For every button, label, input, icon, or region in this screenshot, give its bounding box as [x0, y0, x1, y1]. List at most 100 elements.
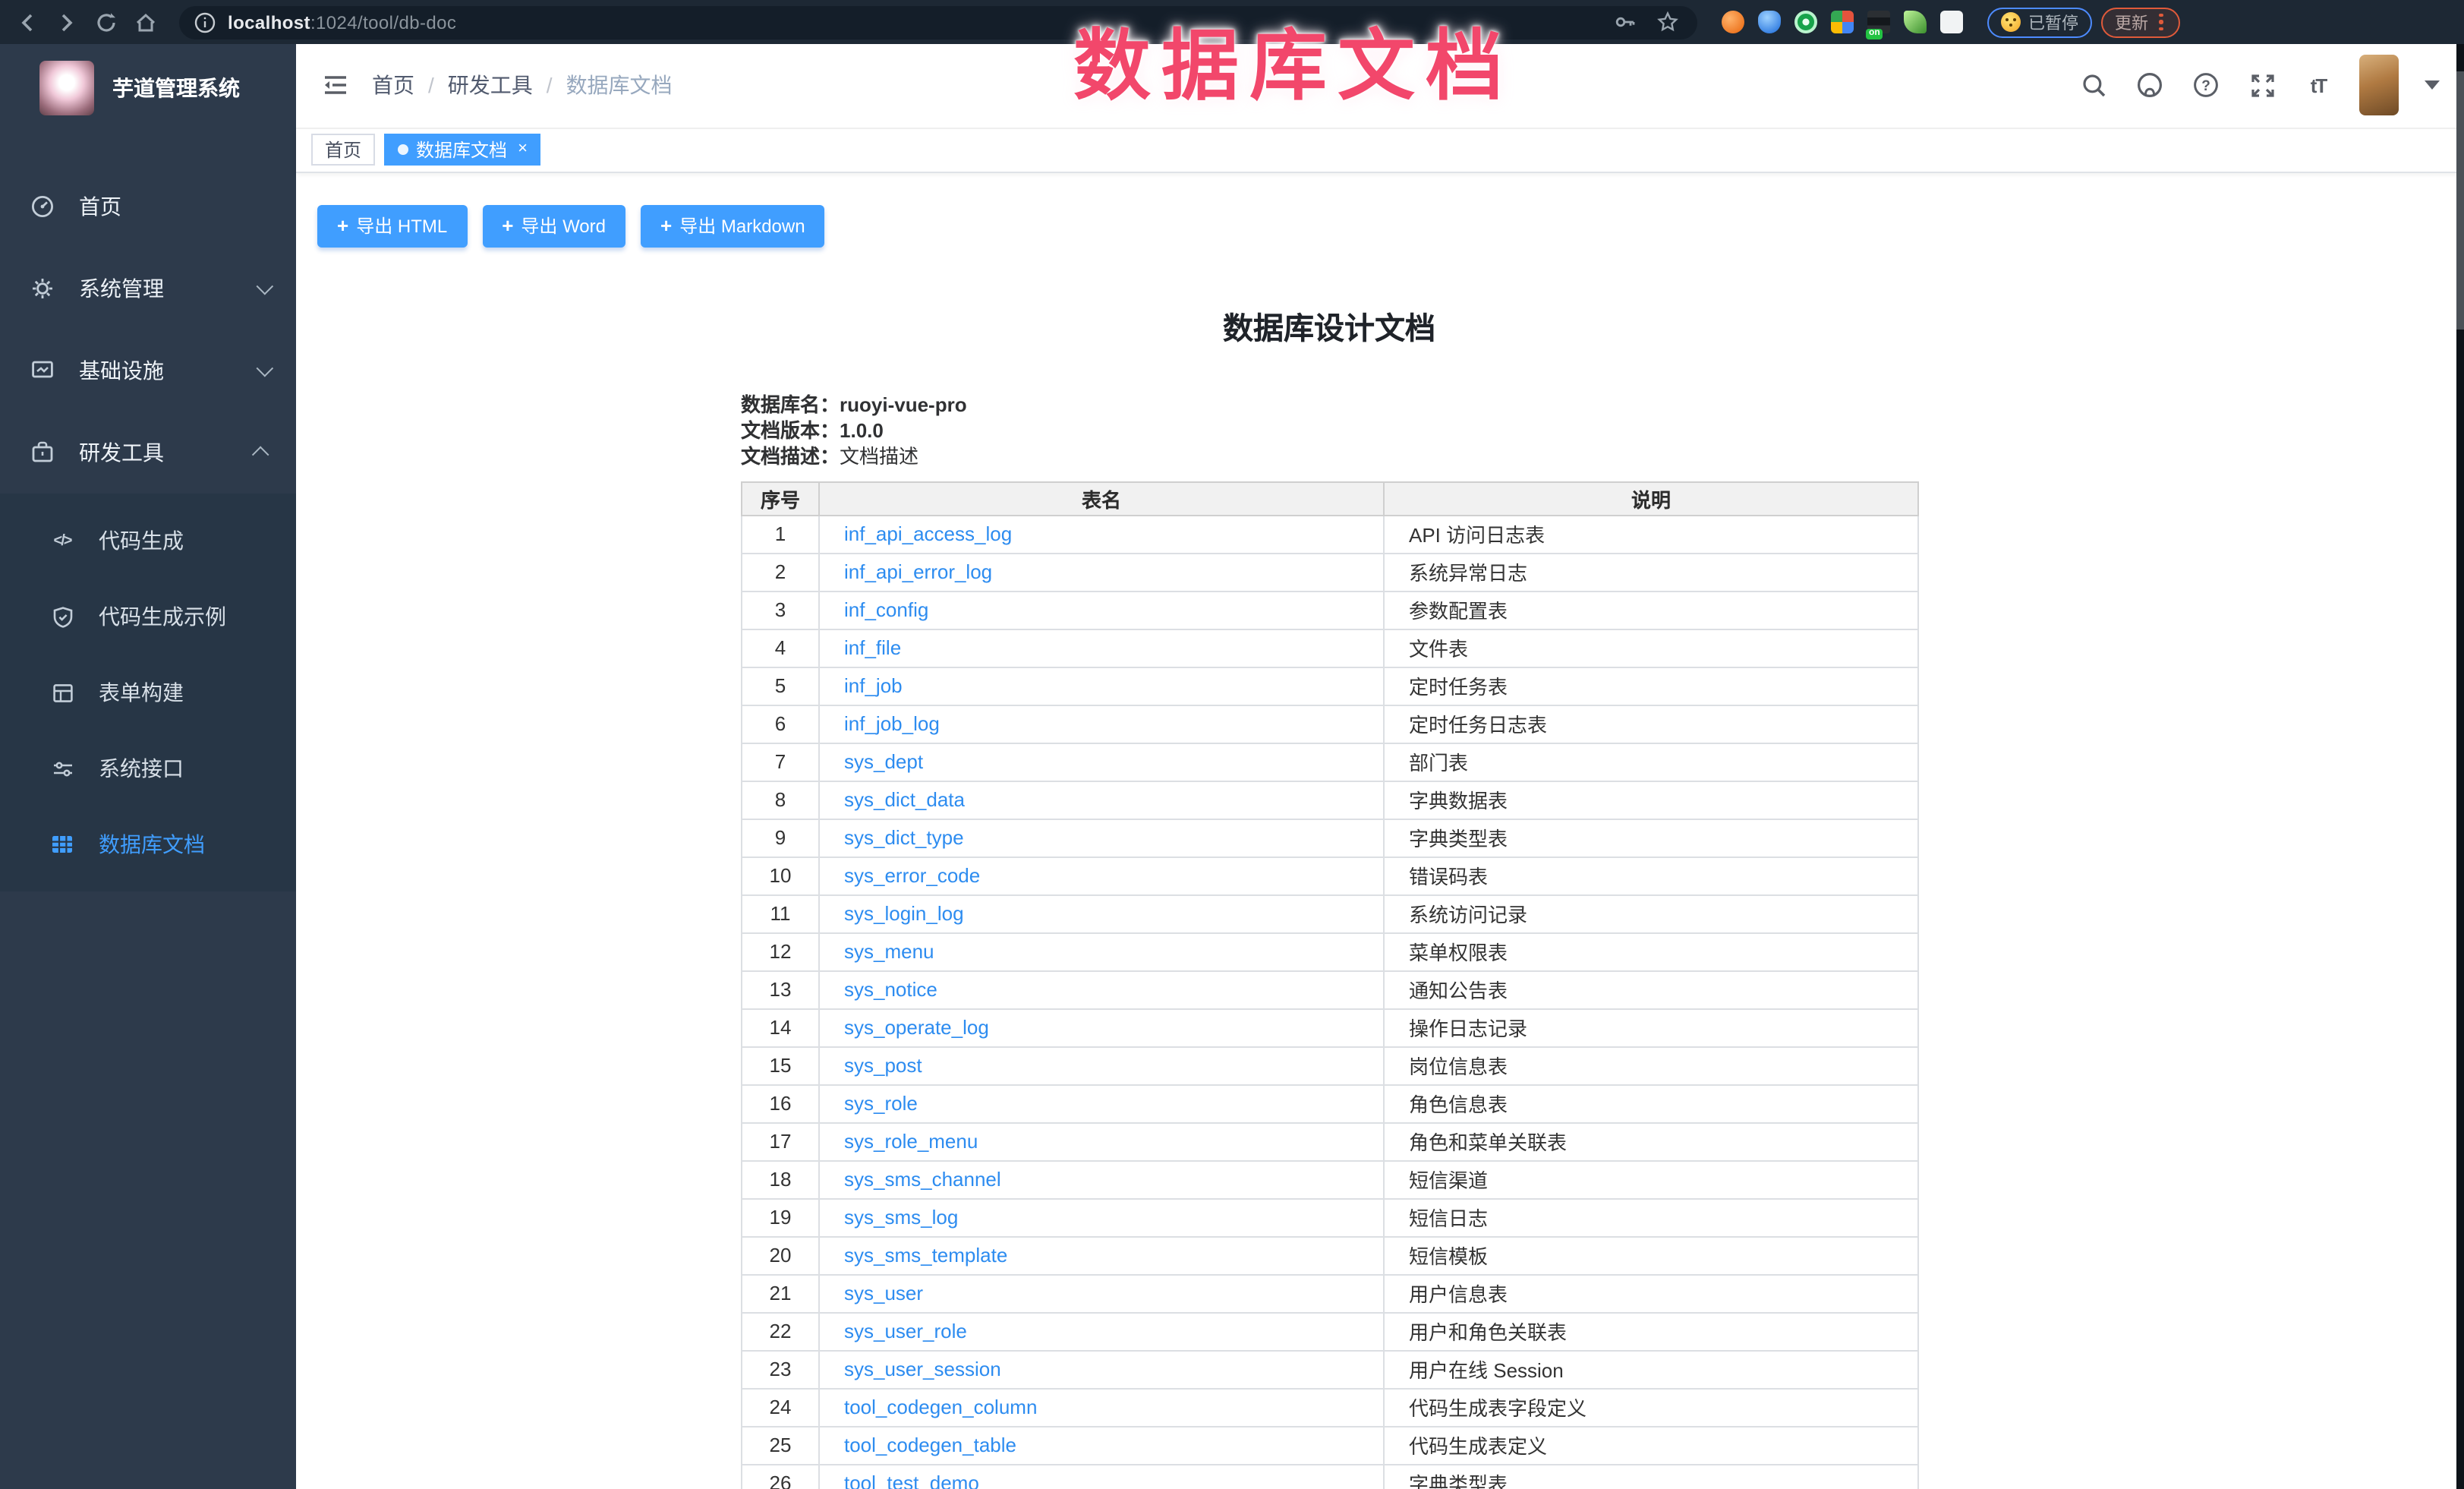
sidebar-item-devtools[interactable]: 研发工具 — [0, 412, 296, 494]
table-name-link[interactable]: sys_sms_channel — [844, 1168, 1001, 1191]
home-icon[interactable] — [131, 7, 161, 37]
table-name-link[interactable]: sys_user_session — [844, 1358, 1001, 1380]
row-index: 13 — [742, 970, 819, 1008]
table-name-link[interactable]: tool_codegen_column — [844, 1396, 1037, 1418]
caret-down-icon[interactable] — [2425, 81, 2440, 90]
sidebar-item-codegen-demo[interactable]: 代码生成示例 — [0, 579, 296, 655]
table-name-link[interactable]: sys_role_menu — [844, 1130, 978, 1153]
table-name-link[interactable]: sys_operate_log — [844, 1016, 989, 1039]
ext-orange-icon[interactable] — [1722, 11, 1744, 33]
sidebar-item-infra[interactable]: 基础设施 — [0, 330, 296, 412]
fontsize-icon[interactable]: tT — [2303, 71, 2333, 101]
sidebar-item-codegen[interactable]: </> 代码生成 — [0, 503, 296, 579]
export-word-button[interactable]: + 导出 Word — [482, 204, 625, 247]
table-header-row: 序号 表名 说明 — [742, 481, 1918, 515]
row-description: 错误码表 — [1384, 856, 1918, 894]
on-badge: on — [1866, 29, 1883, 39]
window-scrollbar[interactable] — [2456, 44, 2464, 1489]
sidebar-item-db-doc[interactable]: 数据库文档 — [0, 806, 296, 882]
sidebar-item-system-api[interactable]: 系统接口 — [0, 730, 296, 806]
github-icon[interactable] — [2135, 71, 2165, 101]
app-logo — [39, 61, 94, 115]
ext-check-icon[interactable] — [1794, 11, 1817, 33]
help-icon[interactable]: ? — [2191, 71, 2221, 101]
row-index: 15 — [742, 1046, 819, 1084]
table-row: 25 tool_codegen_table 代码生成表定义 — [742, 1426, 1918, 1464]
table-name-link[interactable]: sys_post — [844, 1054, 922, 1077]
table-name-link[interactable]: inf_job_log — [844, 712, 940, 735]
user-avatar[interactable] — [2359, 55, 2399, 116]
table-name-link[interactable]: tool_codegen_table — [844, 1434, 1016, 1456]
table-name-link[interactable]: sys_user — [844, 1282, 923, 1304]
ext-stack-on-icon[interactable]: on — [1867, 11, 1890, 33]
row-description: 菜单权限表 — [1384, 932, 1918, 970]
info-icon[interactable] — [194, 11, 216, 33]
row-index: 14 — [742, 1008, 819, 1046]
breadcrumb-home[interactable]: 首页 — [372, 71, 414, 101]
sidebar-item-form-builder[interactable]: 表单构建 — [0, 655, 296, 730]
table-name-link[interactable]: sys_dict_type — [844, 826, 964, 849]
breadcrumb-devtools[interactable]: 研发工具 — [448, 71, 533, 101]
star-icon[interactable] — [1652, 7, 1682, 37]
table-name-link[interactable]: inf_config — [844, 598, 928, 621]
table-name-link[interactable]: sys_dept — [844, 750, 923, 773]
row-description: 字典类型表 — [1384, 819, 1918, 856]
sidebar-item-home[interactable]: 首页 — [0, 166, 296, 248]
search-icon[interactable] — [2078, 71, 2109, 101]
export-markdown-button[interactable]: + 导出 Markdown — [641, 204, 825, 247]
table-body: 1 inf_api_access_log API 访问日志表 2 inf_api… — [742, 515, 1918, 1489]
table-name-link[interactable]: sys_notice — [844, 978, 937, 1001]
browser-update-button[interactable]: 更新 — [2101, 7, 2179, 37]
row-description: 代码生成表字段定义 — [1384, 1388, 1918, 1426]
sidebar-collapse-icon[interactable] — [320, 71, 351, 101]
table-name-link[interactable]: inf_job — [844, 674, 903, 697]
table-name-link[interactable]: sys_login_log — [844, 902, 964, 925]
ext-grid-icon[interactable] — [1831, 11, 1854, 33]
back-icon[interactable] — [12, 7, 43, 37]
navbar-actions: ? tT — [2078, 55, 2440, 116]
row-index: 20 — [742, 1236, 819, 1274]
table-row: 22 sys_user_role 用户和角色关联表 — [742, 1312, 1918, 1350]
table-name-link[interactable]: inf_file — [844, 636, 901, 659]
table-name-link[interactable]: sys_error_code — [844, 864, 980, 887]
ext-pin-icon[interactable] — [1758, 11, 1781, 33]
table-row: 2 inf_api_error_log 系统异常日志 — [742, 553, 1918, 591]
table-name-link[interactable]: sys_user_role — [844, 1320, 967, 1342]
ext-puzzle-icon[interactable] — [1940, 11, 1963, 33]
profile-paused-badge[interactable]: 已暂停 — [1987, 7, 2092, 37]
row-index: 3 — [742, 591, 819, 629]
sidebar-item-label: 代码生成 — [99, 525, 184, 556]
key-icon[interactable] — [1609, 7, 1640, 37]
table-name-link[interactable]: sys_role — [844, 1092, 918, 1115]
tag-home[interactable]: 首页 — [311, 134, 375, 166]
table-name-link[interactable]: sys_menu — [844, 940, 934, 963]
sidebar-item-system[interactable]: 系统管理 — [0, 248, 296, 330]
tag-db-doc[interactable]: 数据库文档 × — [384, 134, 541, 166]
url-text[interactable]: localhost:1024/tool/db-doc — [228, 11, 1597, 33]
row-description: 角色和菜单关联表 — [1384, 1122, 1918, 1160]
table-name-link[interactable]: sys_sms_log — [844, 1206, 958, 1229]
export-html-button[interactable]: + 导出 HTML — [317, 204, 467, 247]
close-icon[interactable]: × — [515, 141, 528, 158]
reload-icon[interactable] — [91, 7, 121, 37]
url-bar[interactable]: localhost:1024/tool/db-doc — [179, 5, 1697, 39]
table-name-link[interactable]: inf_api_error_log — [844, 560, 992, 583]
export-toolbar: + 导出 HTML + 导出 Word + 导出 Markdown — [317, 204, 825, 247]
table-name-link[interactable]: inf_api_access_log — [844, 522, 1012, 545]
app-logo-row[interactable]: 芋道管理系统 — [0, 44, 296, 132]
sidebar-item-label: 数据库文档 — [99, 829, 205, 860]
browser-menu-icon[interactable] — [2156, 11, 2166, 34]
row-description: 操作日志记录 — [1384, 1008, 1918, 1046]
table-row: 3 inf_config 参数配置表 — [742, 591, 1918, 629]
table-name-link[interactable]: sys_dict_data — [844, 788, 965, 811]
ext-leaf-icon[interactable] — [1904, 11, 1927, 33]
fullscreen-icon[interactable] — [2247, 71, 2277, 101]
row-description: 系统异常日志 — [1384, 553, 1918, 591]
table-row: 5 inf_job 定时任务表 — [742, 667, 1918, 705]
app-shell: 芋道管理系统 首页 系统管理 — [0, 44, 2464, 1489]
row-description: 短信日志 — [1384, 1198, 1918, 1236]
table-name-link[interactable]: tool_test_demo — [844, 1472, 979, 1489]
table-name-link[interactable]: sys_sms_template — [844, 1244, 1007, 1267]
forward-icon[interactable] — [52, 7, 82, 37]
scrollbar-thumb[interactable] — [2456, 71, 2464, 330]
